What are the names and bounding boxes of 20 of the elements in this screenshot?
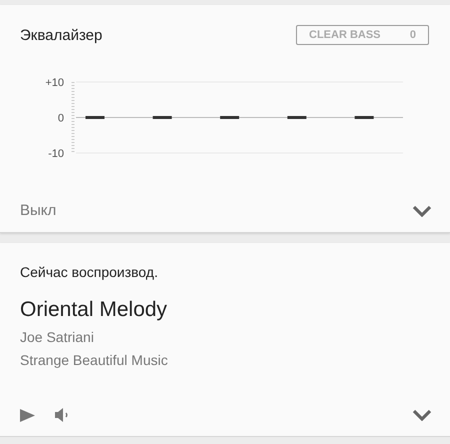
clear-bass-button[interactable]: CLEAR BASS 0	[296, 25, 429, 45]
tick-label: -10	[48, 148, 64, 160]
play-button[interactable]	[20, 408, 35, 422]
expand-button[interactable]	[412, 409, 432, 421]
band-level-bar	[287, 116, 306, 119]
band-level-bar	[152, 116, 172, 119]
artist-name: Joe Satriani	[20, 329, 95, 345]
tick-label: +10	[45, 77, 64, 89]
tick-label: 0	[58, 112, 64, 124]
card-title: Сейчас воспроизвод.	[20, 264, 159, 280]
volume-button[interactable]	[55, 408, 69, 422]
preset-label: Выкл	[20, 202, 56, 219]
card-title: Эквалайзер	[20, 26, 102, 44]
y-axis	[72, 82, 74, 153]
expand-button[interactable]	[412, 204, 432, 216]
band-level-bar	[354, 116, 374, 119]
band-level-bar	[86, 116, 104, 119]
album-name: Strange Beautiful Music	[20, 352, 169, 368]
band-level-bar	[220, 116, 240, 119]
song-title: Oriental Melody	[20, 298, 168, 322]
